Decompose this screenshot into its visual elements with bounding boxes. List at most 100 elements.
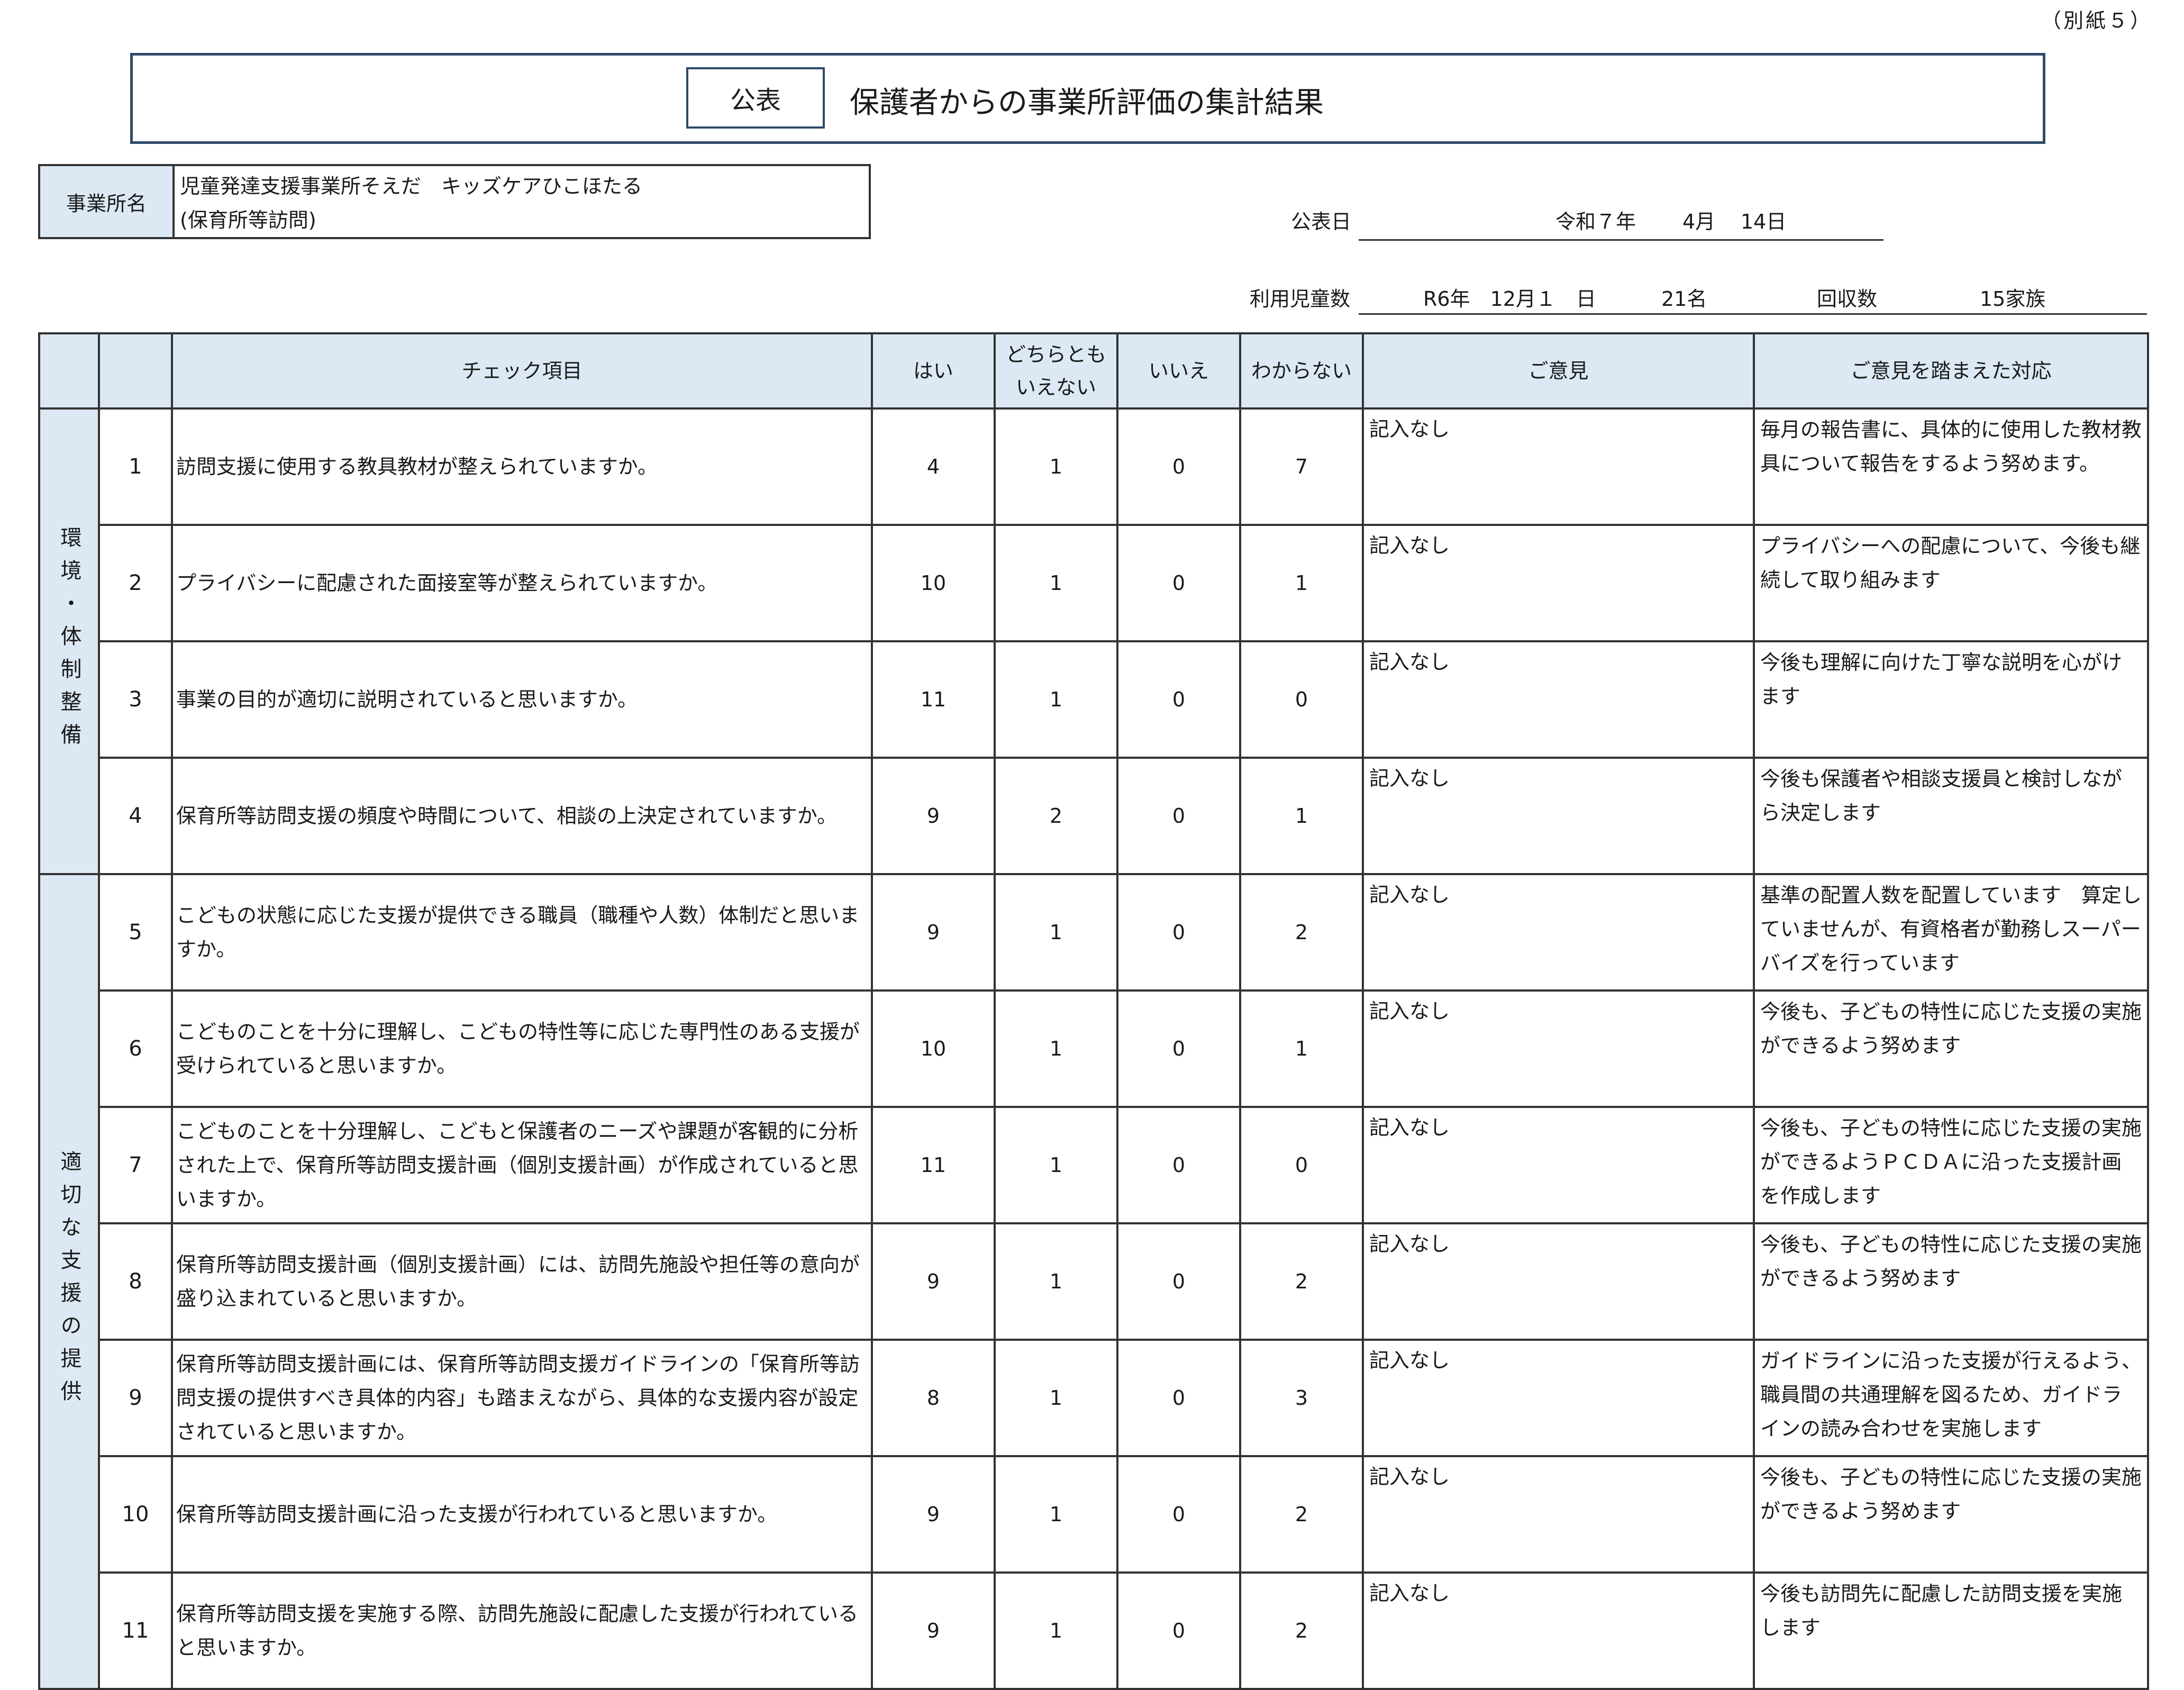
no-count: 0 — [1116, 1455, 1241, 1574]
table-row: 2 プライバシーに配慮された面接室等が整えられていますか。 10 1 0 1 記… — [39, 524, 2149, 642]
no-count: 0 — [1116, 407, 1241, 526]
response-text: 今後も訪問先に配慮した訪問支援を実施します — [1753, 1571, 2149, 1690]
yes-count: 11 — [871, 640, 996, 759]
header-opinion: ご意見 — [1362, 332, 1755, 410]
row-number: 2 — [98, 524, 173, 642]
row-number: 11 — [98, 1571, 173, 1690]
header-check-item: チェック項目 — [171, 332, 873, 410]
unknown-count: 7 — [1239, 407, 1364, 526]
neither-count: 1 — [994, 873, 1118, 992]
publication-day: 14日 — [1741, 210, 1787, 233]
recovered-value: 15家族 — [1980, 287, 2046, 311]
business-name-line-2: (保育所等訪問) — [180, 208, 316, 232]
question-text: 保育所等訪問支援の頻度や時間について、相談の上決定されていますか。 — [171, 757, 873, 875]
row-number: 1 — [98, 407, 173, 526]
opinion-text: 記入なし — [1362, 1455, 1755, 1574]
publication-date-label: 公表日 — [1291, 210, 1352, 233]
table-row: 11 保育所等訪問支援を実施する際、訪問先施設に配慮した支援が行われていると思い… — [39, 1571, 2149, 1690]
row-number: 3 — [98, 640, 173, 759]
header-neither-line-1: どちらとも — [1005, 343, 1106, 366]
no-count: 0 — [1116, 873, 1241, 992]
opinion-text: 記入なし — [1362, 640, 1755, 759]
header-yes: はい — [871, 332, 996, 410]
unknown-count: 1 — [1239, 757, 1364, 875]
unknown-count: 2 — [1239, 1455, 1364, 1574]
table-row: 10 保育所等訪問支援計画に沿った支援が行われていると思いますか。 9 1 0 … — [39, 1455, 2149, 1574]
business-name-value: 児童発達支援事業所そえだ キッズケアひこほたる (保育所等訪問) — [175, 166, 648, 237]
question-text: こどものことを十分に理解し、こどもの特性等に応じた専門性のある支援が受けられてい… — [171, 989, 873, 1108]
no-count: 0 — [1116, 640, 1241, 759]
question-text: 保育所等訪問支援計画には、保育所等訪問支援ガイドラインの「保育所等訪問支援の提供… — [171, 1339, 873, 1457]
question-text: こどもの状態に応じた支援が提供できる職員（職種や人数）体制だと思いますか。 — [171, 873, 873, 992]
evaluation-table: チェック項目 はい どちらとも いえない いいえ わからない ご意見 ご意見を踏… — [38, 332, 2149, 1690]
neither-count: 2 — [994, 757, 1118, 875]
publication-year: 令和７年 — [1555, 210, 1636, 233]
yes-count: 9 — [871, 1571, 996, 1690]
row-number: 10 — [98, 1455, 173, 1574]
opinion-text: 記入なし — [1362, 873, 1755, 992]
question-text: 保育所等訪問支援計画（個別支援計画）には、訪問先施設や担任等の意向が盛り込まれて… — [171, 1222, 873, 1341]
business-name-label: 事業所名 — [40, 166, 175, 237]
unknown-count: 1 — [1239, 524, 1364, 642]
response-text: 今後も、子どもの特性に応じた支援の実施ができるよう努めます — [1753, 989, 2149, 1108]
table-row: 4 保育所等訪問支援の頻度や時間について、相談の上決定されていますか。 9 2 … — [39, 757, 2149, 875]
opinion-text: 記入なし — [1362, 407, 1755, 526]
no-count: 0 — [1116, 757, 1241, 875]
question-text: 保育所等訪問支援計画に沿った支援が行われていると思いますか。 — [171, 1455, 873, 1574]
unknown-count: 2 — [1239, 873, 1364, 992]
unknown-count: 1 — [1239, 989, 1364, 1108]
yes-count: 10 — [871, 989, 996, 1108]
response-text: 今後も理解に向けた丁寧な説明を心がけます — [1753, 640, 2149, 759]
opinion-text: 記入なし — [1362, 1106, 1755, 1224]
neither-count: 1 — [994, 524, 1118, 642]
neither-count: 1 — [994, 1455, 1118, 1574]
header-category — [38, 332, 100, 410]
unknown-count: 0 — [1239, 1106, 1364, 1224]
opinion-text: 記入なし — [1362, 757, 1755, 875]
table-row: 9 保育所等訪問支援計画には、保育所等訪問支援ガイドラインの「保育所等訪問支援の… — [39, 1339, 2149, 1457]
no-count: 0 — [1116, 524, 1241, 642]
no-count: 0 — [1116, 1339, 1241, 1457]
users-underline — [1359, 313, 2147, 315]
users-label: 利用児童数 — [1250, 287, 1351, 311]
unknown-count: 2 — [1239, 1571, 1364, 1690]
unknown-count: 2 — [1239, 1222, 1364, 1341]
response-text: 今後も、子どもの特性に応じた支援の実施ができるよう努めます — [1753, 1222, 2149, 1341]
neither-count: 1 — [994, 640, 1118, 759]
response-text: 基準の配置人数を配置しています 算定していませんが、有資格者が勤務しスーパーバイ… — [1753, 873, 2149, 992]
row-number: 7 — [98, 1106, 173, 1224]
row-number: 6 — [98, 989, 173, 1108]
yes-count: 4 — [871, 407, 996, 526]
yes-count: 9 — [871, 1222, 996, 1341]
users-count: 21名 — [1661, 287, 1707, 311]
opinion-text: 記入なし — [1362, 1571, 1755, 1690]
table-row: 8 保育所等訪問支援計画（個別支援計画）には、訪問先施設や担任等の意向が盛り込ま… — [39, 1222, 2149, 1341]
publication-month: 4月 — [1682, 210, 1716, 233]
no-count: 0 — [1116, 989, 1241, 1108]
unknown-count: 0 — [1239, 640, 1364, 759]
title-box: 公表 保護者からの事業所評価の集計結果 — [130, 53, 2045, 144]
opinion-text: 記入なし — [1362, 524, 1755, 642]
neither-count: 1 — [994, 989, 1118, 1108]
header-number — [98, 332, 173, 410]
question-text: 事業の目的が適切に説明されていると思いますか。 — [171, 640, 873, 759]
business-name-box: 事業所名 児童発達支援事業所そえだ キッズケアひこほたる (保育所等訪問) — [38, 164, 871, 239]
header-response: ご意見を踏まえた対応 — [1753, 332, 2149, 410]
yes-count: 9 — [871, 757, 996, 875]
table-row: 環境・体制整備 1 訪問支援に使用する教具教材が整えられていますか。 4 1 0… — [38, 407, 2149, 875]
row-number: 8 — [98, 1222, 173, 1341]
opinion-text: 記入なし — [1362, 989, 1755, 1108]
yes-count: 11 — [871, 1106, 996, 1224]
neither-count: 1 — [994, 1222, 1118, 1341]
response-text: 今後も、子どもの特性に応じた支援の実施ができるよう努めます — [1753, 1455, 2149, 1574]
category-environment: 環境・体制整備 — [38, 407, 100, 875]
no-count: 0 — [1116, 1106, 1241, 1224]
table-row: 3 事業の目的が適切に説明されていると思いますか。 11 1 0 0 記入なし … — [39, 640, 2149, 759]
yes-count: 9 — [871, 873, 996, 992]
yes-count: 9 — [871, 1455, 996, 1574]
header-unknown: わからない — [1239, 332, 1364, 410]
unknown-count: 3 — [1239, 1339, 1364, 1457]
neither-count: 1 — [994, 407, 1118, 526]
opinion-text: 記入なし — [1362, 1222, 1755, 1341]
no-count: 0 — [1116, 1571, 1241, 1690]
